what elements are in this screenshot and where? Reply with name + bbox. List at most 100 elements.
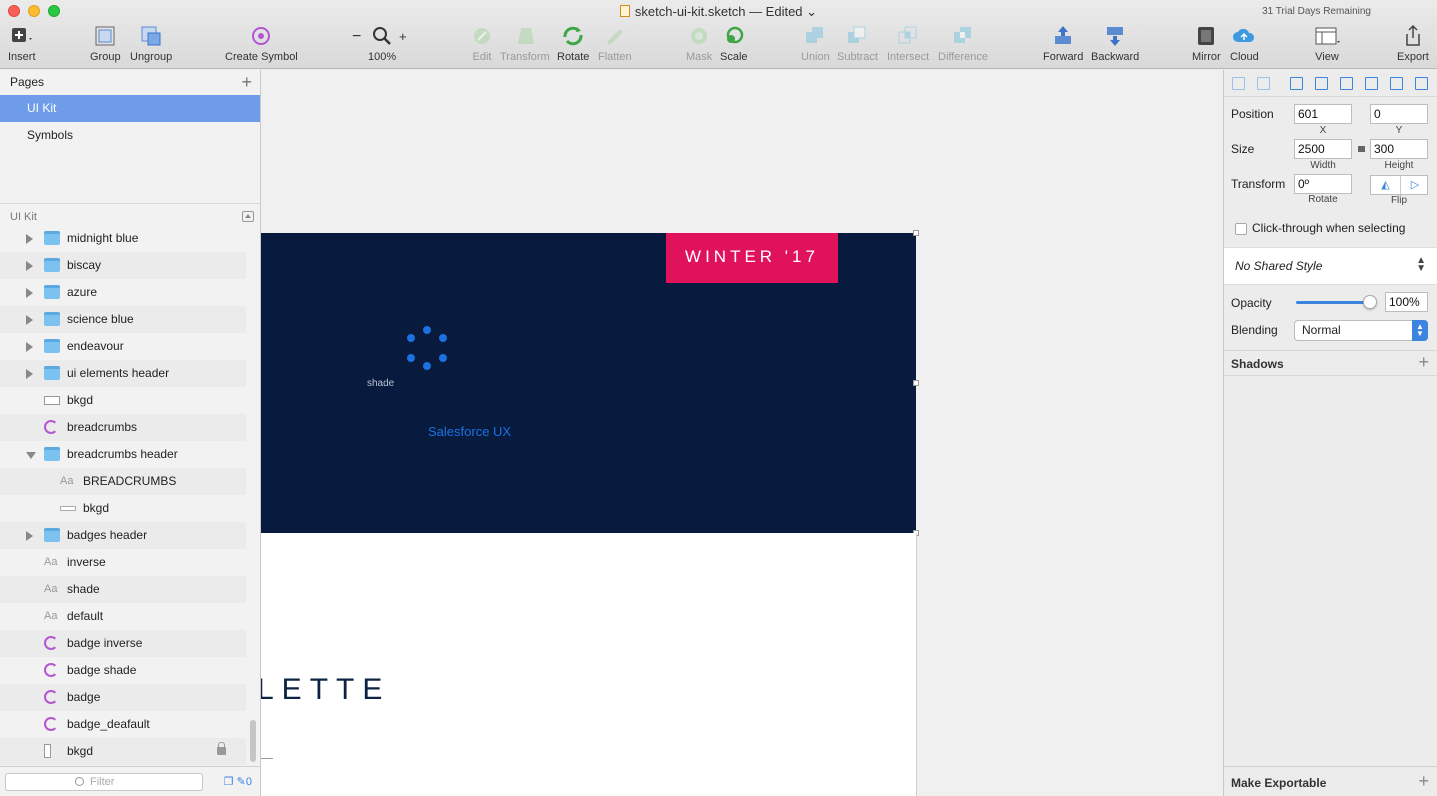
align-bottom-icon[interactable]: [1415, 77, 1428, 90]
layer-row[interactable]: badge shade: [0, 657, 246, 684]
scale-button[interactable]: Scale: [720, 24, 748, 63]
layer-row[interactable]: Aa shade: [0, 576, 246, 603]
filter-input[interactable]: Filter: [5, 773, 203, 791]
insert-button[interactable]: Insert: [8, 24, 36, 63]
layer-row[interactable]: badge inverse: [0, 630, 246, 657]
transform-button[interactable]: Transform: [500, 24, 550, 63]
disclosure-closed-icon[interactable]: [26, 288, 33, 298]
lock-proportions-icon[interactable]: [1358, 146, 1365, 152]
salesforce-ux-label[interactable]: Salesforce UX: [428, 424, 511, 439]
flatten-button[interactable]: Flatten: [598, 24, 632, 63]
group-button[interactable]: Group: [90, 24, 121, 63]
layer-row[interactable]: bkgd: [0, 495, 246, 522]
zoom-out-button[interactable]: −: [352, 28, 361, 46]
layer-row[interactable]: Aa default: [0, 603, 246, 630]
layer-row[interactable]: ui elements header: [0, 360, 246, 387]
align-right-icon[interactable]: [1340, 77, 1353, 90]
layer-row[interactable]: bkgd: [0, 738, 246, 765]
resize-handle[interactable]: [913, 230, 919, 236]
disclosure-closed-icon[interactable]: [26, 234, 33, 244]
layer-row[interactable]: breadcrumbs header: [0, 441, 246, 468]
disclosure-closed-icon[interactable]: [26, 315, 33, 325]
edit-button[interactable]: Edit: [469, 24, 495, 63]
opacity-slider[interactable]: [1296, 301, 1370, 304]
layer-row[interactable]: endeavour: [0, 333, 246, 360]
opacity-field[interactable]: 100%: [1385, 292, 1428, 312]
layer-row[interactable]: azure: [0, 279, 246, 306]
layer-row[interactable]: breadcrumbs: [0, 414, 246, 441]
artboard-header[interactable]: WINTER '17 shade Salesforce UX: [261, 233, 916, 533]
layer-row[interactable]: Aa inverse: [0, 549, 246, 576]
position-y-field[interactable]: 0: [1370, 104, 1428, 124]
distribute-vertical-icon[interactable]: [1257, 77, 1270, 90]
create-symbol-button[interactable]: Create Symbol: [225, 24, 298, 63]
lock-icon[interactable]: [217, 742, 226, 755]
add-shadow-icon[interactable]: +: [1418, 352, 1429, 373]
mask-button[interactable]: Mask: [686, 24, 712, 63]
height-field[interactable]: 300: [1370, 139, 1428, 159]
trial-days[interactable]: 31 Trial Days Remaining: [1262, 6, 1371, 17]
copy-icon[interactable]: ❐: [224, 776, 234, 788]
disclosure-closed-icon[interactable]: [26, 342, 33, 352]
rotate-button[interactable]: Rotate: [557, 24, 589, 63]
align-top-icon[interactable]: [1365, 77, 1378, 90]
layer-name: breadcrumbs: [67, 420, 138, 434]
shared-style-select[interactable]: No Shared Style ▲ ▼: [1224, 247, 1437, 285]
window-title[interactable]: sketch-ui-kit.sketch — Edited ⌄: [0, 4, 1437, 20]
view-button[interactable]: View: [1314, 24, 1340, 63]
disclosure-closed-icon[interactable]: [26, 261, 33, 271]
blending-select[interactable]: Normal ▲ ▼: [1294, 320, 1428, 341]
flip-horizontal-icon[interactable]: ◭: [1371, 176, 1400, 194]
layer-row[interactable]: badge: [0, 684, 246, 711]
click-through-checkbox[interactable]: Click-through when selecting: [1231, 219, 1431, 237]
disclosure-closed-icon[interactable]: [26, 369, 33, 379]
resize-handle[interactable]: [913, 380, 919, 386]
page-item-ui-kit[interactable]: UI Kit: [0, 95, 260, 122]
palette-heading[interactable]: LETTE: [261, 673, 390, 707]
export-button[interactable]: Export: [1397, 24, 1429, 63]
opacity-slider-knob[interactable]: [1363, 295, 1377, 309]
layer-row[interactable]: science blue: [0, 306, 246, 333]
width-field[interactable]: 2500: [1294, 139, 1352, 159]
ungroup-button[interactable]: Ungroup: [130, 24, 172, 63]
canvas[interactable]: WINTER '17 shade Salesforce UX LETTE: [261, 70, 1223, 796]
folder-icon: [44, 447, 60, 461]
intersect-button[interactable]: Intersect: [887, 24, 929, 63]
disclosure-closed-icon[interactable]: [26, 531, 33, 541]
distribute-horizontal-icon[interactable]: [1232, 77, 1245, 90]
winter-badge[interactable]: WINTER '17: [666, 233, 838, 283]
zoom-control[interactable]: 100%: [368, 24, 396, 63]
layer-row[interactable]: Aa BREADCRUMBS: [0, 468, 246, 495]
filter-options[interactable]: ❐ ✎0: [224, 775, 252, 788]
add-export-icon[interactable]: +: [1418, 771, 1429, 792]
collapse-layers-icon[interactable]: [242, 211, 254, 222]
layer-row[interactable]: bkgd: [0, 387, 246, 414]
view-icon: [1314, 24, 1340, 48]
position-x-field[interactable]: 601: [1294, 104, 1352, 124]
pen-icon[interactable]: ✎: [237, 776, 246, 788]
layer-row[interactable]: badge_deafault: [0, 711, 246, 738]
cloud-button[interactable]: Cloud: [1230, 24, 1259, 63]
align-center-icon[interactable]: [1315, 77, 1328, 90]
artboard-palette[interactable]: LETTE: [261, 533, 917, 796]
union-button[interactable]: Union: [801, 24, 830, 63]
shade-label[interactable]: shade: [367, 378, 394, 389]
add-page-icon[interactable]: +: [241, 70, 252, 95]
align-left-icon[interactable]: [1290, 77, 1303, 90]
page-item-symbols[interactable]: Symbols: [0, 122, 260, 149]
layer-row[interactable]: midnight blue: [0, 225, 246, 252]
mirror-button[interactable]: Mirror: [1192, 24, 1221, 63]
subtract-button[interactable]: Subtract: [837, 24, 878, 63]
layer-row[interactable]: badges header: [0, 522, 246, 549]
rotate-field[interactable]: 0º: [1294, 174, 1352, 194]
backward-button[interactable]: Backward: [1091, 24, 1139, 63]
forward-button[interactable]: Forward: [1043, 24, 1083, 63]
layers-scrollbar[interactable]: [250, 720, 256, 762]
align-middle-icon[interactable]: [1390, 77, 1403, 90]
flip-vertical-icon[interactable]: ▷: [1400, 176, 1429, 194]
checkbox[interactable]: [1235, 223, 1247, 235]
difference-button[interactable]: Difference: [938, 24, 988, 63]
disclosure-open-icon[interactable]: [26, 452, 36, 459]
zoom-in-button[interactable]: +: [399, 29, 407, 44]
layer-row[interactable]: biscay: [0, 252, 246, 279]
